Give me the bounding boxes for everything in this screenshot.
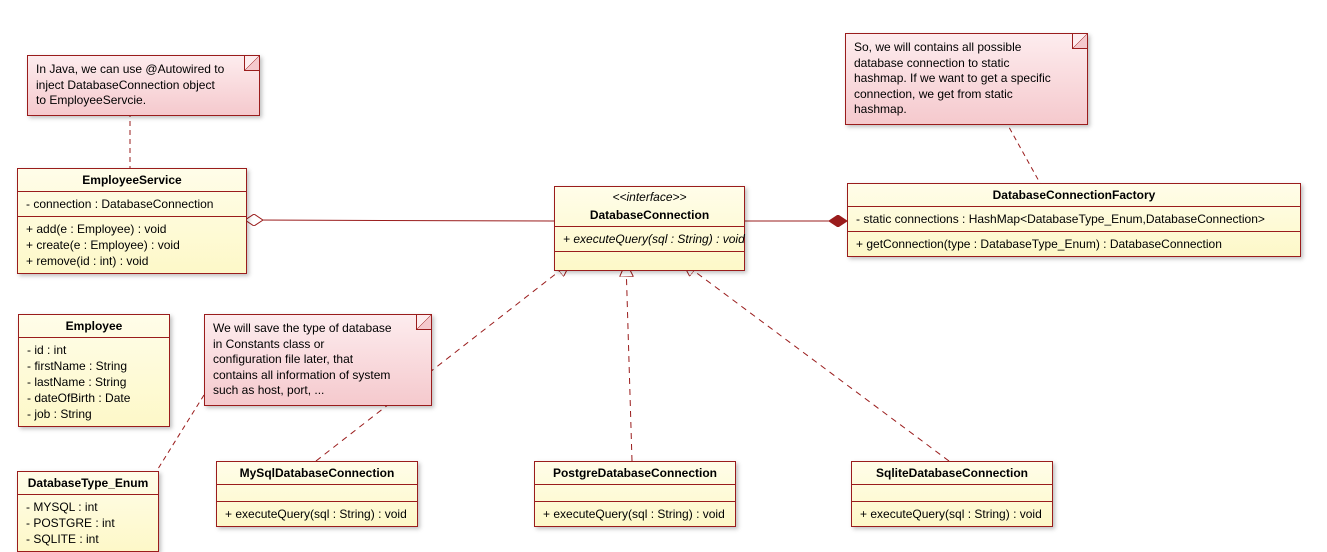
operation: + add(e : Employee) : void <box>26 221 238 237</box>
class-sqlite-database-connection: SqliteDatabaseConnection + executeQuery(… <box>851 461 1053 527</box>
note-fold-icon <box>416 315 431 330</box>
note-autowired: In Java, we can use @Autowired to inject… <box>27 55 260 116</box>
attribute: - SQLITE : int <box>26 531 150 547</box>
class-title: DatabaseType_Enum <box>18 472 158 495</box>
class-title: EmployeeService <box>18 169 246 192</box>
class-title: MySqlDatabaseConnection <box>217 462 417 485</box>
note-line: database connection to static <box>854 56 1079 72</box>
note-line: We will save the type of database <box>213 321 423 337</box>
note-line: So, we will contains all possible <box>854 40 1079 56</box>
note-fold-icon <box>244 56 259 71</box>
note-line: such as host, port, ... <box>213 383 423 399</box>
operation: + remove(id : int) : void <box>26 253 238 269</box>
attribute: - MYSQL : int <box>26 499 150 515</box>
attribute: - connection : DatabaseConnection <box>26 196 238 212</box>
class-operations: + executeQuery(sql : String) : void <box>217 502 417 526</box>
attribute: - lastName : String <box>27 374 161 390</box>
attribute: - POSTGRE : int <box>26 515 150 531</box>
attribute: - id : int <box>27 342 161 358</box>
empty-section <box>555 252 744 270</box>
note-factory-hashmap: So, we will contains all possible databa… <box>845 33 1088 125</box>
operation: + getConnection(type : DatabaseType_Enum… <box>856 236 1292 252</box>
class-attributes: - static connections : HashMap<DatabaseT… <box>848 207 1300 232</box>
class-operations: + getConnection(type : DatabaseType_Enum… <box>848 232 1300 256</box>
operation: + executeQuery(sql : String) : void <box>860 506 1044 522</box>
class-title: DatabaseConnection <box>555 204 744 227</box>
empty-section <box>217 485 417 502</box>
class-database-type-enum: DatabaseType_Enum - MYSQL : int - POSTGR… <box>17 471 159 552</box>
note-line: hashmap. <box>854 102 1079 118</box>
class-title: DatabaseConnectionFactory <box>848 184 1300 207</box>
note-line: configuration file later, that <box>213 352 423 368</box>
class-attributes: - connection : DatabaseConnection <box>18 192 246 217</box>
attribute: - job : String <box>27 406 161 422</box>
class-database-connection-factory: DatabaseConnectionFactory - static conne… <box>847 183 1301 257</box>
class-operations: + executeQuery(sql : String) : void <box>852 502 1052 526</box>
class-mysql-database-connection: MySqlDatabaseConnection + executeQuery(s… <box>216 461 418 527</box>
stereotype: <<interface>> <box>555 187 744 204</box>
attribute: - firstName : String <box>27 358 161 374</box>
note-db-type-config: We will save the type of database in Con… <box>204 314 432 406</box>
class-attributes: - id : int - firstName : String - lastNa… <box>19 338 169 426</box>
class-employee: Employee - id : int - firstName : String… <box>18 314 170 427</box>
note-line: inject DatabaseConnection object <box>36 78 251 94</box>
class-title: Employee <box>19 315 169 338</box>
note-fold-icon <box>1072 34 1087 49</box>
operation: + executeQuery(sql : String) : void <box>543 506 727 522</box>
operation: + executeQuery(sql : String) : void <box>563 231 736 247</box>
empty-section <box>852 485 1052 502</box>
attribute: - dateOfBirth : Date <box>27 390 161 406</box>
class-operations: + executeQuery(sql : String) : void <box>535 502 735 526</box>
note-line: in Constants class or <box>213 337 423 353</box>
note-line: connection, we get from static <box>854 87 1079 103</box>
class-title: PostgreDatabaseConnection <box>535 462 735 485</box>
class-postgre-database-connection: PostgreDatabaseConnection + executeQuery… <box>534 461 736 527</box>
note-line: to EmployeeServcie. <box>36 93 251 109</box>
class-employee-service: EmployeeService - connection : DatabaseC… <box>17 168 247 274</box>
interface-database-connection: <<interface>> DatabaseConnection + execu… <box>554 186 745 271</box>
operation: + executeQuery(sql : String) : void <box>225 506 409 522</box>
note-line: In Java, we can use @Autowired to <box>36 62 251 78</box>
class-title: SqliteDatabaseConnection <box>852 462 1052 485</box>
attribute: - static connections : HashMap<DatabaseT… <box>856 211 1292 227</box>
empty-section <box>535 485 735 502</box>
class-operations: + executeQuery(sql : String) : void <box>555 227 744 252</box>
class-operations: + add(e : Employee) : void + create(e : … <box>18 217 246 273</box>
note-line: contains all information of system <box>213 368 423 384</box>
operation: + create(e : Employee) : void <box>26 237 238 253</box>
diagram-canvas: In Java, we can use @Autowired to inject… <box>0 0 1327 549</box>
note-line: hashmap. If we want to get a specific <box>854 71 1079 87</box>
class-attributes: - MYSQL : int - POSTGRE : int - SQLITE :… <box>18 495 158 551</box>
